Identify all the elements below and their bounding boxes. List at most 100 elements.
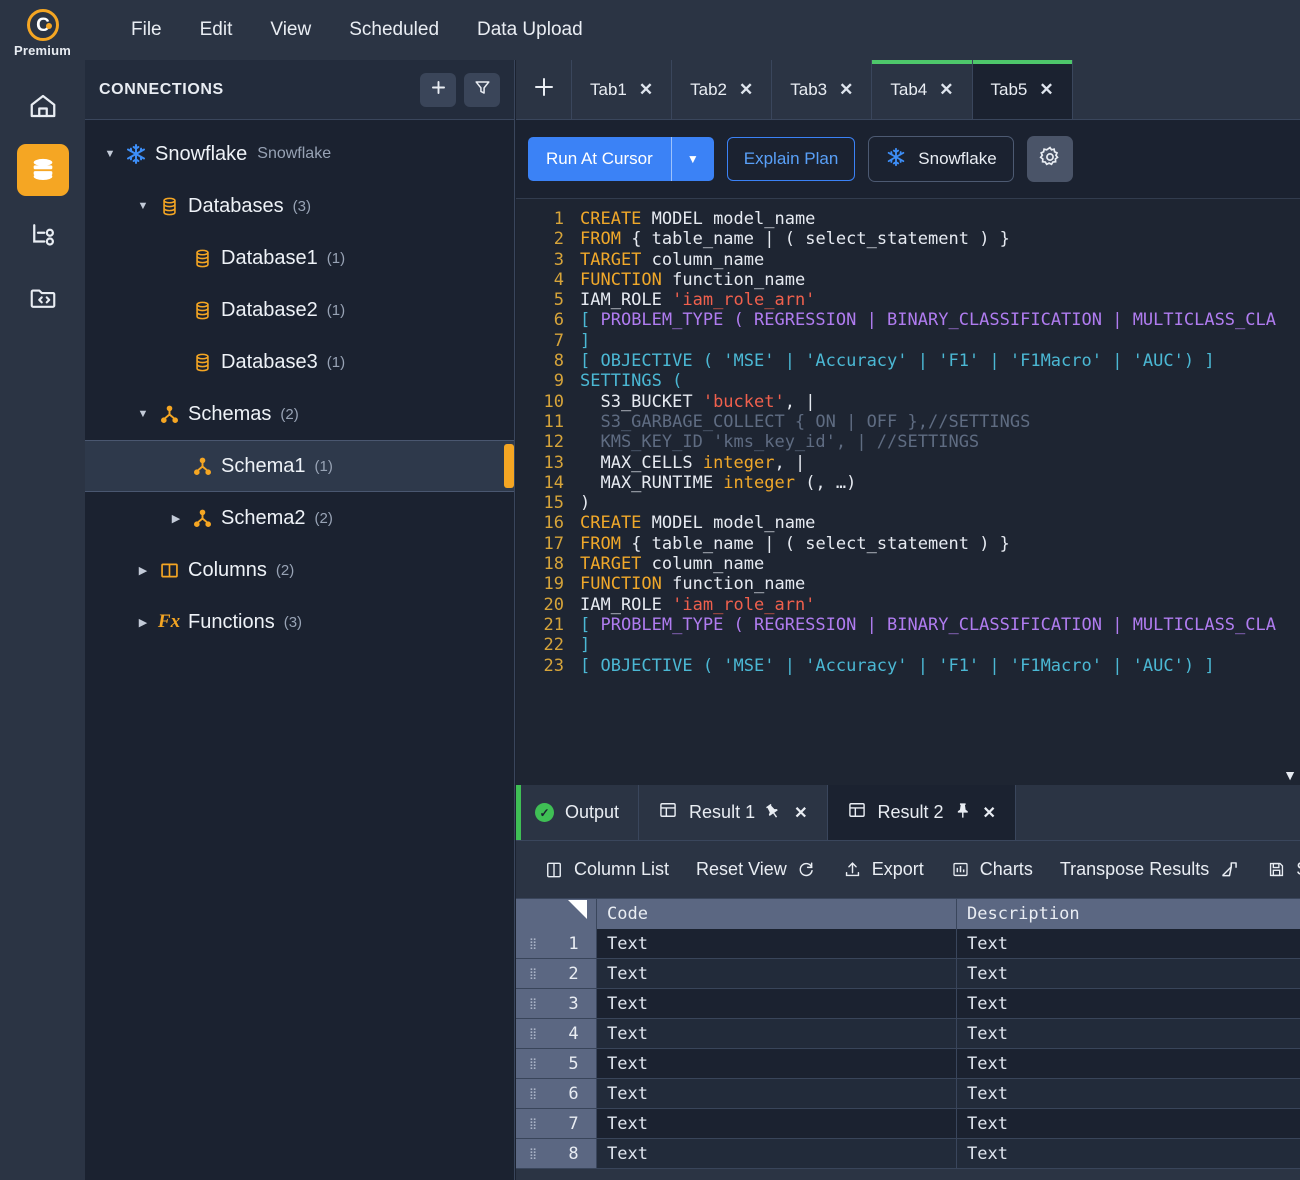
grid-cell-code[interactable]: Text [596, 1079, 956, 1108]
close-icon[interactable]: ✕ [983, 803, 996, 823]
menu-item-scheduled[interactable]: Scheduled [330, 13, 458, 47]
grid-cell-code[interactable]: Text [596, 989, 956, 1018]
new-tab-button[interactable] [516, 60, 572, 119]
pin-icon[interactable] [761, 799, 788, 827]
grid-row[interactable]: ⣿ 6 Text Text [516, 1079, 1300, 1109]
grid-cell-description[interactable]: Text [956, 1049, 1300, 1078]
editor-tab-tab5[interactable]: Tab5 ✕ [972, 60, 1073, 119]
row-drag-handle-icon[interactable]: ⣿ [516, 1139, 551, 1168]
filter-connections-button[interactable] [464, 72, 500, 107]
row-drag-handle-icon[interactable]: ⣿ [516, 989, 551, 1018]
menu-item-view[interactable]: View [251, 13, 330, 47]
rail-item-database[interactable] [16, 144, 69, 196]
tree-item-database3[interactable]: ▶Database3(1) [85, 336, 514, 388]
run-options-dropdown[interactable]: ▼ [671, 137, 714, 181]
line-number: 20 [543, 594, 564, 615]
grid-cell-code[interactable]: Text [596, 1049, 956, 1078]
editor-settings-button[interactable] [1026, 136, 1073, 182]
tree-item-schemas[interactable]: ▼ Schemas (2) [85, 388, 514, 440]
grid-cell-code[interactable]: Text [596, 1019, 956, 1048]
code-line-text: [ OBJECTIVE ( 'MSE' | 'Accuracy' | 'F1' … [580, 351, 1215, 372]
grid-column-header-description[interactable]: Description [956, 899, 1300, 929]
tree-item-schema2[interactable]: ▶ Schema2 (2) [85, 492, 514, 544]
grid-cell-description[interactable]: Text [956, 959, 1300, 988]
grid-corner-cell [516, 899, 551, 929]
row-drag-handle-icon[interactable]: ⣿ [516, 1019, 551, 1048]
tree-item-databases[interactable]: ▼ Databases (3) [85, 180, 514, 232]
grid-column-header-code[interactable]: Code [596, 899, 956, 929]
tree-item-database1[interactable]: ▶Database1(1) [85, 232, 514, 284]
row-drag-handle-icon[interactable]: ⣿ [516, 1049, 551, 1078]
pin-icon[interactable] [955, 802, 972, 824]
chevron-down-icon[interactable]: ▼ [132, 200, 154, 212]
grid-cell-description[interactable]: Text [956, 1079, 1300, 1108]
explain-plan-button[interactable]: Explain Plan [726, 137, 856, 181]
row-drag-handle-icon[interactable]: ⣿ [516, 959, 551, 988]
rail-item-code-folder[interactable] [17, 272, 69, 324]
result-tab-result-1[interactable]: Result 1 ✕ [639, 785, 828, 840]
results-tool-reset-view[interactable]: Reset View [696, 859, 816, 880]
tree-item-functions[interactable]: ▶ Fx Functions (3) [85, 596, 514, 648]
grid-select-all-cell[interactable] [551, 899, 596, 929]
grid-cell-description[interactable]: Text [956, 989, 1300, 1018]
sql-code-editor[interactable]: 1 CREATE MODEL model_name 2 FROM { table_na… [516, 198, 1300, 785]
editor-tab-tab2[interactable]: Tab2 ✕ [672, 60, 773, 119]
close-icon[interactable]: ✕ [794, 803, 807, 823]
grid-cell-description[interactable]: Text [956, 1019, 1300, 1048]
row-drag-handle-icon[interactable]: ⣿ [516, 929, 551, 958]
tree-item-count: (3) [283, 613, 303, 631]
tree-item-snowflake[interactable]: ▼ Snowflake Snowflake [85, 128, 514, 180]
results-tool-transpose-results[interactable]: Transpose Results [1060, 859, 1240, 880]
connection-selector-button[interactable]: Snowflake [868, 136, 1014, 182]
rail-item-home[interactable] [17, 80, 69, 132]
chevron-right-icon[interactable]: ▶ [132, 616, 154, 629]
menu-item-edit[interactable]: Edit [181, 13, 252, 47]
menu-item-file[interactable]: File [112, 13, 181, 47]
editor-tab-tab3[interactable]: Tab3 ✕ [772, 60, 873, 119]
grid-row[interactable]: ⣿ 2 Text Text [516, 959, 1300, 989]
tree-item-database2[interactable]: ▶Database2(1) [85, 284, 514, 336]
grid-row[interactable]: ⣿ 5 Text Text [516, 1049, 1300, 1079]
tree-item-columns[interactable]: ▶ Columns (2) [85, 544, 514, 596]
grid-row[interactable]: ⣿ 8 Text Text [516, 1139, 1300, 1169]
chevron-right-icon[interactable]: ▶ [132, 564, 154, 577]
chevron-right-icon[interactable]: ▶ [165, 512, 187, 525]
results-tool-column-list[interactable]: Column List [544, 859, 669, 880]
tree-item-schema1[interactable]: ▶Schema1(1) [85, 440, 514, 492]
row-drag-handle-icon[interactable]: ⣿ [516, 1109, 551, 1138]
results-tool-label: Reset View [696, 859, 787, 879]
grid-row[interactable]: ⣿ 1 Text Text [516, 929, 1300, 959]
chevron-down-icon[interactable]: ▼ [99, 148, 121, 160]
line-number: 22 [543, 635, 564, 656]
results-tool-charts[interactable]: Charts [951, 859, 1033, 880]
result-tab-result-2[interactable]: Result 2 ✕ [827, 785, 1016, 840]
grid-row[interactable]: ⣿ 7 Text Text [516, 1109, 1300, 1139]
close-icon[interactable]: ✕ [739, 80, 753, 100]
close-icon[interactable]: ✕ [939, 80, 953, 100]
close-icon[interactable]: ✕ [639, 80, 653, 100]
results-tool-sav[interactable]: Sav [1267, 859, 1300, 880]
grid-row[interactable]: ⣿ 4 Text Text [516, 1019, 1300, 1049]
grid-cell-description[interactable]: Text [956, 1109, 1300, 1138]
close-icon[interactable]: ✕ [839, 80, 853, 100]
grid-cell-code[interactable]: Text [596, 959, 956, 988]
grid-row[interactable]: ⣿ 3 Text Text [516, 989, 1300, 1019]
tree-item-count: (3) [292, 197, 311, 215]
menu-item-data-upload[interactable]: Data Upload [458, 13, 602, 47]
results-tool-export[interactable]: Export [843, 859, 924, 880]
grid-cell-description[interactable]: Text [956, 929, 1300, 958]
grid-cell-code[interactable]: Text [596, 929, 956, 958]
add-connection-button[interactable] [420, 72, 456, 107]
grid-cell-code[interactable]: Text [596, 1109, 956, 1138]
chevron-down-icon[interactable]: ▼ [132, 408, 154, 420]
rail-item-workflow[interactable] [17, 208, 69, 260]
run-at-cursor-button[interactable]: Run At Cursor [528, 137, 672, 181]
editor-tab-tab1[interactable]: Tab1 ✕ [572, 60, 673, 119]
close-icon[interactable]: ✕ [1039, 80, 1053, 100]
result-tab-output[interactable]: ✓ Output [516, 785, 640, 840]
editor-tab-tab4[interactable]: Tab4 ✕ [872, 60, 973, 119]
grid-cell-code[interactable]: Text [596, 1139, 956, 1168]
grid-cell-description[interactable]: Text [956, 1139, 1300, 1168]
chevron-down-icon[interactable]: ▼ [1283, 767, 1297, 783]
row-drag-handle-icon[interactable]: ⣿ [516, 1079, 551, 1108]
